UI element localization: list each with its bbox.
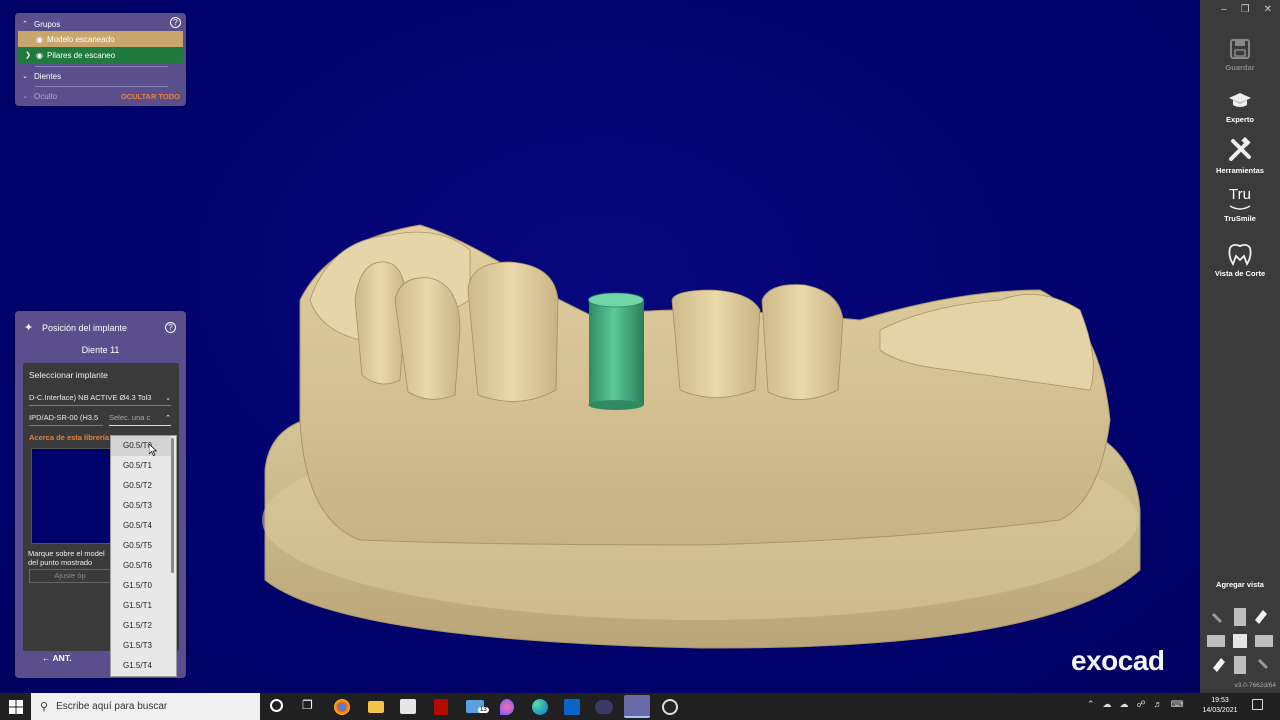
group-item-scanned-model[interactable]: ◉ Modelo escaneado — [18, 31, 183, 47]
system-tray: ⌃ ☁ ☁ ☍ ♬ ⌨ — [1087, 699, 1184, 710]
outlook-icon[interactable] — [564, 699, 580, 715]
abutment-select[interactable]: IPD/AD-SR-00 (H3.5 — [29, 410, 103, 426]
groups-header[interactable]: ⌃ Grupos — [15, 16, 186, 32]
task-view-icon[interactable]: ❐ — [302, 698, 313, 712]
eye-icon[interactable]: ◉ — [34, 51, 45, 60]
dropdown-option[interactable]: G0.5/T0 — [111, 436, 171, 456]
exocad-active-icon[interactable] — [624, 695, 650, 718]
network-icon[interactable]: ☍ — [1137, 699, 1146, 710]
about-library-link[interactable]: Acerca de esta librería — [29, 433, 109, 442]
windows-start-icon[interactable] — [9, 700, 23, 714]
obs-icon[interactable] — [662, 699, 678, 715]
chevron-down-icon: ⌄ — [22, 93, 28, 100]
restore-icon[interactable]: ❐ — [1241, 4, 1250, 15]
help-icon[interactable]: ? — [170, 17, 181, 28]
windows-taskbar: ⚲ Escribe aquí para buscar ❐ 13 ⌃ ☁ ☁ ☍ … — [0, 693, 1280, 720]
dropdown-option[interactable]: G1.5/T3 — [111, 636, 171, 656]
chevron-up-icon: ⌃ — [165, 414, 171, 422]
help-icon[interactable]: ? — [165, 322, 176, 333]
abutment-size-select[interactable]: Selec. una c ⌃ — [109, 410, 171, 426]
implant-panel-header: ✦ Posición del implante ? Diente 11 — [15, 311, 186, 359]
panel-title: Posición del implante — [42, 323, 128, 333]
cut-view-button[interactable]: Vista de Corte — [1200, 242, 1280, 278]
wand-icon: ✦ — [24, 322, 34, 334]
select-implant-label: Seleccionar implante — [29, 370, 108, 380]
edge-icon[interactable] — [532, 699, 548, 715]
store-icon[interactable] — [400, 699, 416, 714]
chevron-right-icon[interactable]: ❯ — [23, 51, 33, 59]
trusmile-logo-icon: Tru — [1229, 186, 1251, 203]
dropdown-option[interactable]: G0.5/T5 — [111, 536, 171, 556]
volume-icon[interactable]: ♬ — [1154, 699, 1163, 710]
minimize-icon[interactable]: – — [1221, 4, 1227, 15]
expert-button[interactable]: Experto — [1200, 90, 1280, 124]
cortana-icon[interactable] — [270, 699, 283, 712]
dropdown-option[interactable]: G1.5/T2 — [111, 616, 171, 636]
search-icon: ⚲ — [40, 701, 49, 713]
dropdown-option[interactable]: G0.5/T4 — [111, 516, 171, 536]
right-toolbar: – ❐ ✕ Guardar Experto Herramientas Tru T… — [1200, 0, 1280, 693]
group-item-scan-posts[interactable]: ❯ ◉ Pilares de escaneo — [18, 47, 183, 63]
dropdown-scrollbar[interactable] — [171, 438, 174, 573]
arrow-left-icon: ← — [42, 653, 51, 663]
smile-icon — [1229, 205, 1251, 210]
chevron-up-icon[interactable]: ⌃ — [1087, 699, 1095, 710]
window-controls: – ❐ ✕ — [1221, 4, 1272, 15]
cloud-icon[interactable]: ☁ — [1120, 699, 1129, 710]
chevron-down-icon: ⌄ — [165, 394, 171, 402]
dropdown-option[interactable]: G1.5/T0 — [111, 576, 171, 596]
file-explorer-icon[interactable] — [368, 701, 384, 713]
acrobat-icon[interactable] — [434, 699, 448, 715]
mail-badge: 13 — [478, 707, 489, 713]
dropdown-option[interactable]: G1.5/T1 — [111, 596, 171, 616]
view-navigator-icon[interactable] — [1205, 606, 1275, 676]
hide-all-button[interactable]: OCULTAR TODO — [121, 92, 180, 101]
mouse-cursor-icon — [149, 444, 157, 456]
tooth-label: Diente 11 — [81, 345, 120, 355]
version-label: v3.0-7662d/64 — [1234, 682, 1276, 689]
groups-title: Grupos — [34, 19, 61, 29]
save-button[interactable]: Guardar — [1200, 38, 1280, 72]
divider — [35, 66, 168, 67]
paint-icon[interactable] — [500, 699, 514, 715]
add-view-label[interactable]: Agregar vista — [1200, 580, 1280, 589]
dropdown-option[interactable]: G1.5/T4 — [111, 656, 171, 676]
instruction-text: del punto mostrado — [28, 558, 93, 567]
eye-icon[interactable]: ◉ — [34, 35, 45, 44]
taskbar-search-input[interactable]: ⚲ Escribe aquí para buscar — [31, 693, 260, 720]
graduation-cap-icon — [1229, 93, 1251, 107]
exocad-app-icon[interactable] — [595, 700, 613, 714]
divider — [35, 86, 168, 87]
notifications-icon[interactable] — [1252, 699, 1263, 710]
keyboard-icon[interactable]: ⌨ — [1171, 699, 1184, 710]
central-incisor-left — [467, 261, 559, 402]
dropdown-option[interactable]: G0.5/T1 — [111, 456, 171, 476]
chevron-down-icon: ⌄ — [22, 73, 28, 80]
adjust-button[interactable]: Ajuste óp — [29, 569, 111, 583]
clock[interactable]: 19:53 14/03/2021 — [1200, 696, 1240, 716]
chevron-up-icon: ⌃ — [22, 21, 28, 28]
dropdown-option[interactable]: G0.5/T3 — [111, 496, 171, 516]
implant-library-select[interactable]: D-C.Interface) NB ACTIVE Ø4.3 Tol3 ⌄ — [29, 390, 171, 406]
teeth-group[interactable]: ⌄ Dientes — [15, 68, 186, 84]
exocad-logo: exocad — [1071, 645, 1165, 676]
close-icon[interactable]: ✕ — [1264, 4, 1272, 15]
scan-post — [588, 292, 644, 410]
trusmile-button[interactable]: Tru TruSmile — [1200, 186, 1280, 223]
groups-panel: ⌃ Grupos ? ◉ Modelo escaneado ❯ ◉ Pilare… — [15, 13, 186, 106]
tools-button[interactable]: Herramientas — [1200, 137, 1280, 175]
instruction-text: Marque sobre el model — [28, 549, 105, 558]
abutment-size-dropdown[interactable]: G0.5/T0 G0.5/T1 G0.5/T2 G0.5/T3 G0.5/T4 … — [110, 435, 177, 677]
back-button[interactable]: ← ANT. — [42, 653, 71, 663]
chrome-icon[interactable] — [334, 699, 350, 715]
dropdown-option[interactable]: G0.5/T6 — [111, 556, 171, 576]
cloud-icon[interactable]: ☁ — [1103, 699, 1112, 710]
dropdown-option[interactable]: G0.5/T2 — [111, 476, 171, 496]
floppy-disk-icon — [1230, 39, 1250, 59]
tooth-section-icon — [1228, 243, 1252, 266]
tools-icon — [1229, 137, 1251, 161]
